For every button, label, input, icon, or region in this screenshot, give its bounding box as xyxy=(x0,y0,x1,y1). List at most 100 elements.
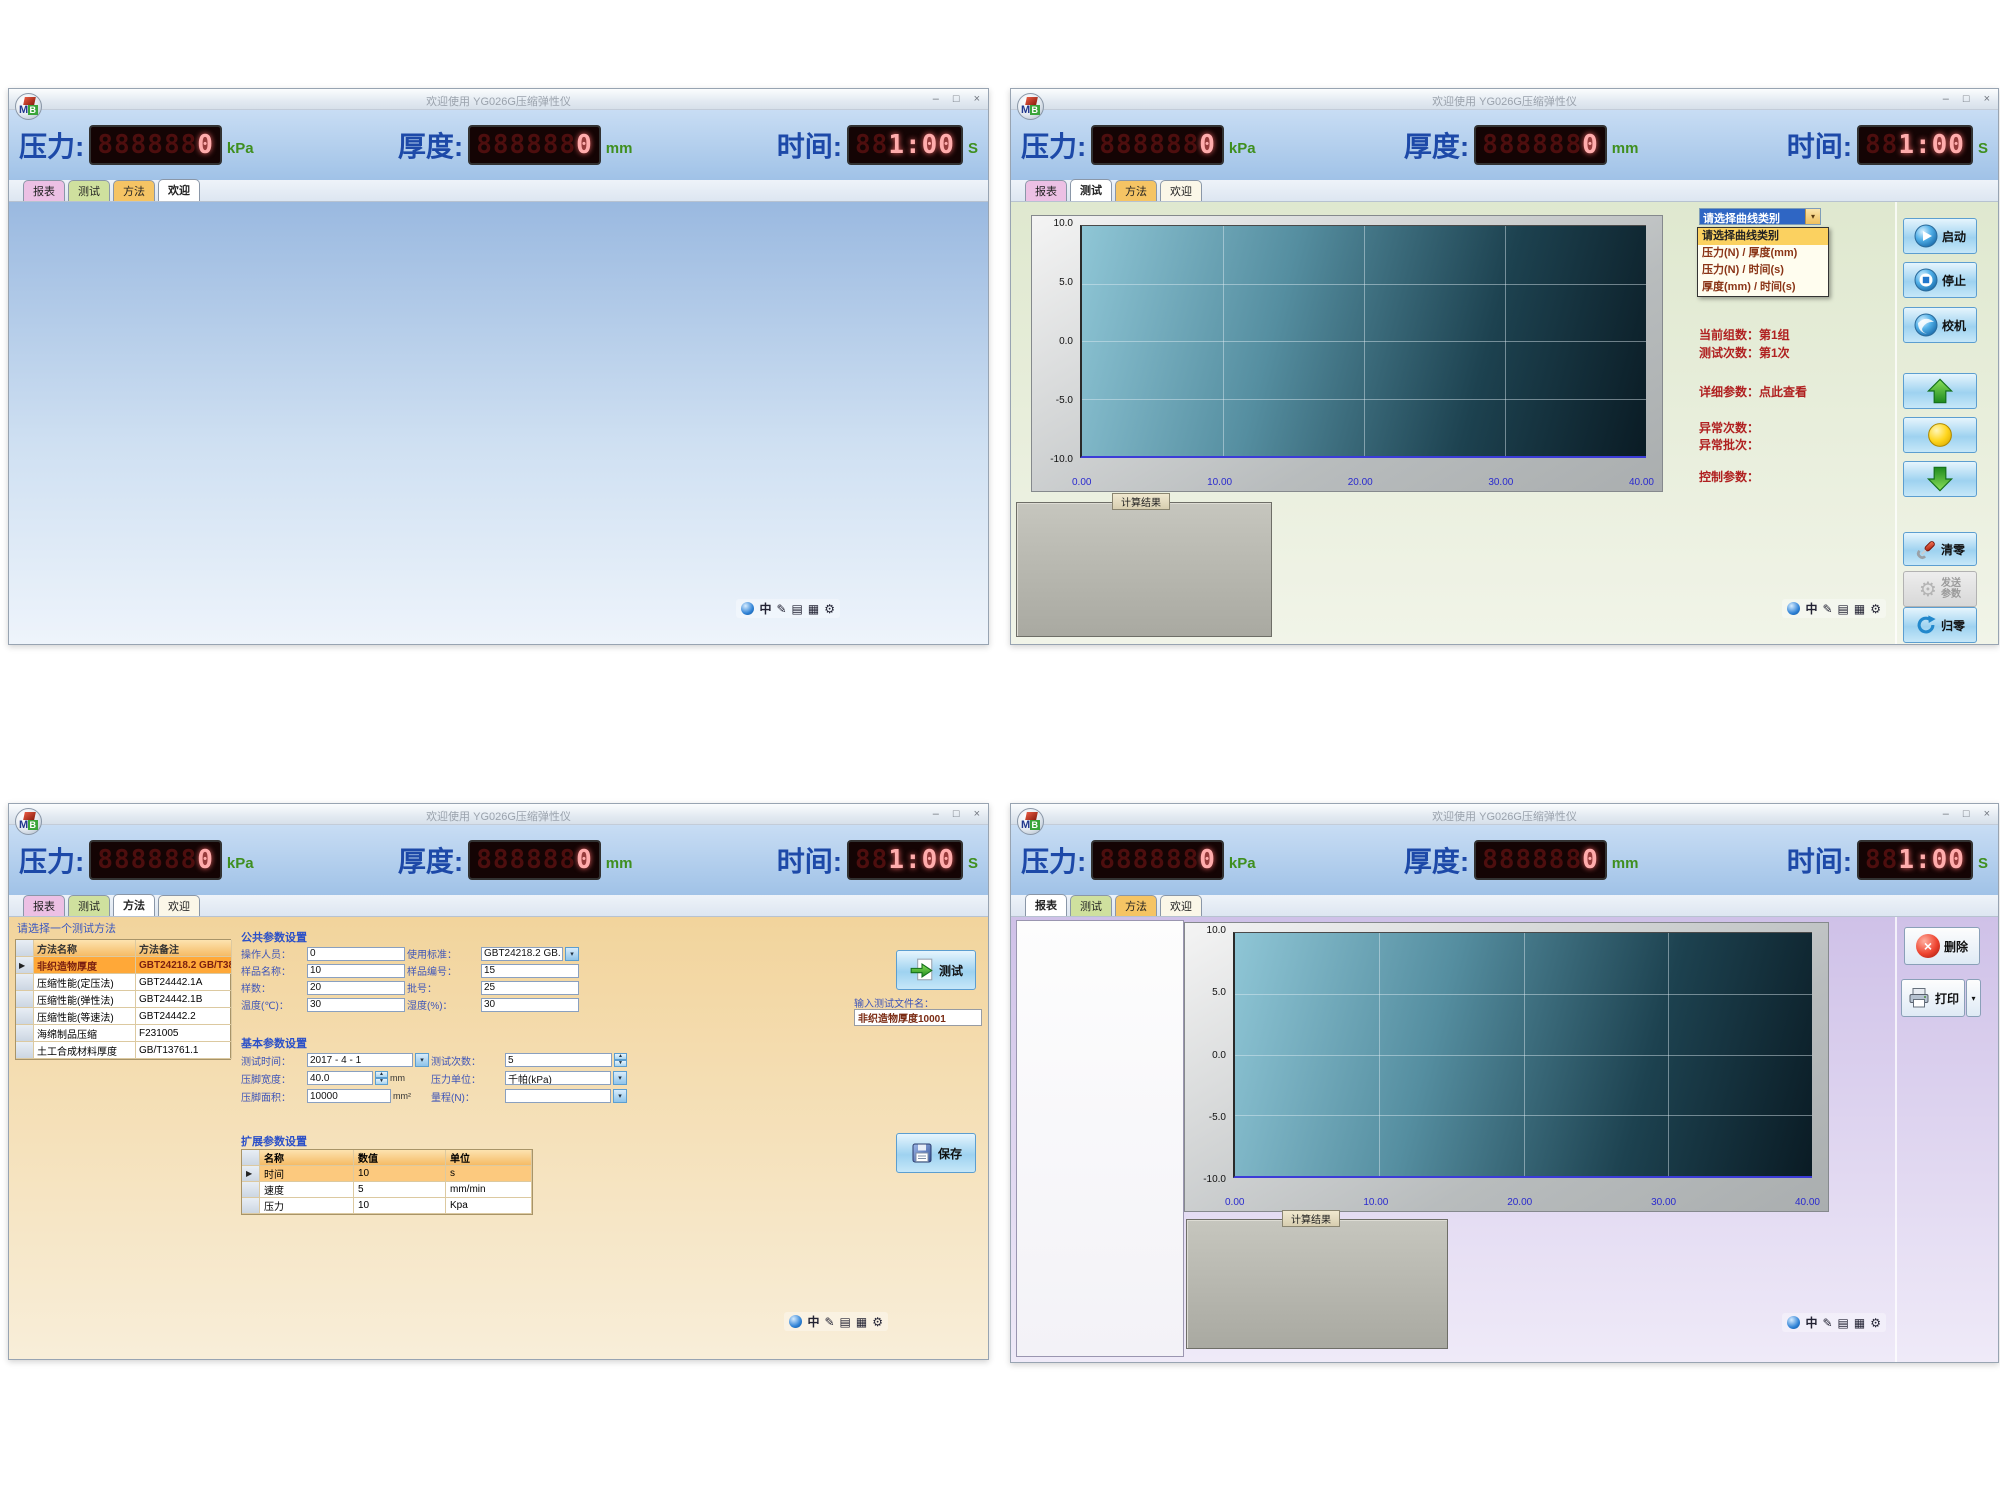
table-row-method-note[interactable]: GBT24442.1A xyxy=(136,974,232,991)
ext-row-name[interactable]: 时间 xyxy=(260,1166,354,1182)
stepper[interactable]: ▲▼ xyxy=(375,1071,388,1085)
settings-gear-icon[interactable]: ⚙ xyxy=(872,1315,883,1329)
table-row-method-name[interactable]: 压缩性能(弹性法) xyxy=(34,991,136,1008)
detail-params-link[interactable]: 详细参数：点此查看 xyxy=(1699,383,1807,400)
start-button[interactable]: 启动 xyxy=(1903,218,1977,254)
test-times-field[interactable] xyxy=(505,1053,612,1067)
filename-input[interactable] xyxy=(854,1009,982,1026)
chinese-input-icon[interactable]: 中 xyxy=(1805,600,1817,617)
maximize-button[interactable]: □ xyxy=(953,808,960,820)
presser-area-field[interactable] xyxy=(307,1089,391,1103)
table-row-method-note[interactable]: F231005 xyxy=(136,1025,232,1042)
ext-row-name[interactable]: 压力 xyxy=(260,1198,354,1214)
stop-button[interactable]: 停止 xyxy=(1903,262,1977,298)
move-down-button[interactable] xyxy=(1903,461,1977,497)
range-field[interactable] xyxy=(505,1089,611,1103)
pen-icon[interactable]: ✎ xyxy=(824,1315,834,1329)
row-selector[interactable] xyxy=(16,991,34,1008)
chevron-down-icon[interactable] xyxy=(565,947,579,961)
tab-method[interactable]: 方法 xyxy=(1115,895,1157,916)
table-row-method-name[interactable]: 非织造物厚度 xyxy=(34,957,136,974)
tab-method[interactable]: 方法 xyxy=(113,180,155,201)
print-options-chevron[interactable]: ▾ xyxy=(1966,979,1981,1017)
keyboard-icon[interactable]: ▤ xyxy=(792,602,803,616)
chevron-down-icon[interactable] xyxy=(613,1071,627,1085)
dropdown-option[interactable]: 压力(N) / 时间(s) xyxy=(1698,262,1828,279)
table-row-method-note[interactable]: GBT24442.1B xyxy=(136,991,232,1008)
tab-welcome[interactable]: 欢迎 xyxy=(158,895,200,916)
minimize-button[interactable]: – xyxy=(1943,808,1949,820)
pressure-unit-field[interactable] xyxy=(505,1071,611,1085)
table-row-method-note[interactable]: GB/T13761.1 xyxy=(136,1042,232,1059)
toolbar-board-icon[interactable]: ▦ xyxy=(1854,1316,1865,1330)
tab-welcome[interactable]: 欢迎 xyxy=(1160,895,1202,916)
pen-icon[interactable]: ✎ xyxy=(776,602,786,616)
close-button[interactable]: × xyxy=(974,93,980,105)
humidity-field[interactable] xyxy=(481,998,579,1012)
tab-test[interactable]: 测试 xyxy=(68,180,110,201)
maximize-button[interactable]: □ xyxy=(1963,808,1970,820)
indicator-button[interactable] xyxy=(1903,417,1977,453)
row-selector[interactable] xyxy=(242,1198,260,1214)
dropdown-option[interactable]: 厚度(mm) / 时间(s) xyxy=(1698,279,1828,296)
tab-welcome[interactable]: 欢迎 xyxy=(1160,180,1202,201)
tab-test[interactable]: 测试 xyxy=(1070,895,1112,916)
row-selector[interactable] xyxy=(16,1042,34,1059)
print-button[interactable]: 打印 xyxy=(1901,979,1965,1017)
row-selector[interactable] xyxy=(16,1008,34,1025)
sample-number-field[interactable] xyxy=(481,964,579,978)
table-row-method-name[interactable]: 压缩性能(等速法) xyxy=(34,1008,136,1025)
row-selector[interactable] xyxy=(242,1166,260,1182)
row-selector[interactable] xyxy=(16,957,34,974)
ext-row-value[interactable]: 5 xyxy=(354,1182,446,1198)
ext-row-unit[interactable]: s xyxy=(446,1166,532,1182)
close-button[interactable]: × xyxy=(1984,808,1990,820)
tab-report[interactable]: 报表 xyxy=(1025,894,1067,916)
table-row-method-note[interactable]: GBT24218.2 GB/T3820 xyxy=(136,957,232,974)
keyboard-icon[interactable]: ▤ xyxy=(1838,602,1849,616)
report-list-panel[interactable] xyxy=(1016,920,1184,1357)
row-selector[interactable] xyxy=(242,1182,260,1198)
dropdown-option[interactable]: 请选择曲线类别 xyxy=(1698,228,1828,245)
keyboard-icon[interactable]: ▤ xyxy=(840,1315,851,1329)
maximize-button[interactable]: □ xyxy=(953,93,960,105)
settings-gear-icon[interactable]: ⚙ xyxy=(1870,602,1881,616)
ime-sphere-icon[interactable] xyxy=(1787,1316,1800,1329)
chevron-down-icon[interactable] xyxy=(1805,209,1820,224)
minimize-button[interactable]: – xyxy=(1943,93,1949,105)
close-button[interactable]: × xyxy=(1984,93,1990,105)
ext-row-name[interactable]: 速度 xyxy=(260,1182,354,1198)
toolbar-board-icon[interactable]: ▦ xyxy=(808,602,819,616)
send-params-button[interactable]: ⚙ 发送 参数 xyxy=(1903,571,1977,607)
tab-report[interactable]: 报表 xyxy=(23,895,65,916)
table-row-method-name[interactable]: 土工合成材料厚度 xyxy=(34,1042,136,1059)
chevron-down-icon[interactable] xyxy=(613,1089,627,1103)
sample-count-field[interactable] xyxy=(307,981,405,995)
keyboard-icon[interactable]: ▤ xyxy=(1838,1316,1849,1330)
clear-button[interactable]: 清零 xyxy=(1903,532,1977,566)
presser-width-field[interactable] xyxy=(307,1071,373,1085)
tab-method[interactable]: 方法 xyxy=(113,894,155,916)
ext-row-value[interactable]: 10 xyxy=(354,1198,446,1214)
maximize-button[interactable]: □ xyxy=(1963,93,1970,105)
table-row-method-name[interactable]: 压缩性能(定压法) xyxy=(34,974,136,991)
tab-method[interactable]: 方法 xyxy=(1115,180,1157,201)
curve-type-select[interactable]: 请选择曲线类别 xyxy=(1699,208,1821,225)
chinese-input-icon[interactable]: 中 xyxy=(807,1313,819,1330)
ext-row-value[interactable]: 10 xyxy=(354,1166,446,1182)
settings-gear-icon[interactable]: ⚙ xyxy=(1870,1316,1881,1330)
delete-button[interactable]: × 删除 xyxy=(1904,927,1980,965)
row-selector[interactable] xyxy=(16,1025,34,1042)
operator-field[interactable] xyxy=(307,947,405,961)
pen-icon[interactable]: ✎ xyxy=(1822,602,1832,616)
chinese-input-icon[interactable]: 中 xyxy=(759,600,771,617)
temperature-field[interactable] xyxy=(307,998,405,1012)
zero-button[interactable]: 归零 xyxy=(1903,607,1977,643)
standard-field[interactable] xyxy=(481,947,563,961)
tab-report[interactable]: 报表 xyxy=(23,180,65,201)
tab-report[interactable]: 报表 xyxy=(1025,180,1067,201)
tab-test[interactable]: 测试 xyxy=(68,895,110,916)
minimize-button[interactable]: – xyxy=(933,808,939,820)
ime-sphere-icon[interactable] xyxy=(741,602,754,615)
batch-field[interactable] xyxy=(481,981,579,995)
